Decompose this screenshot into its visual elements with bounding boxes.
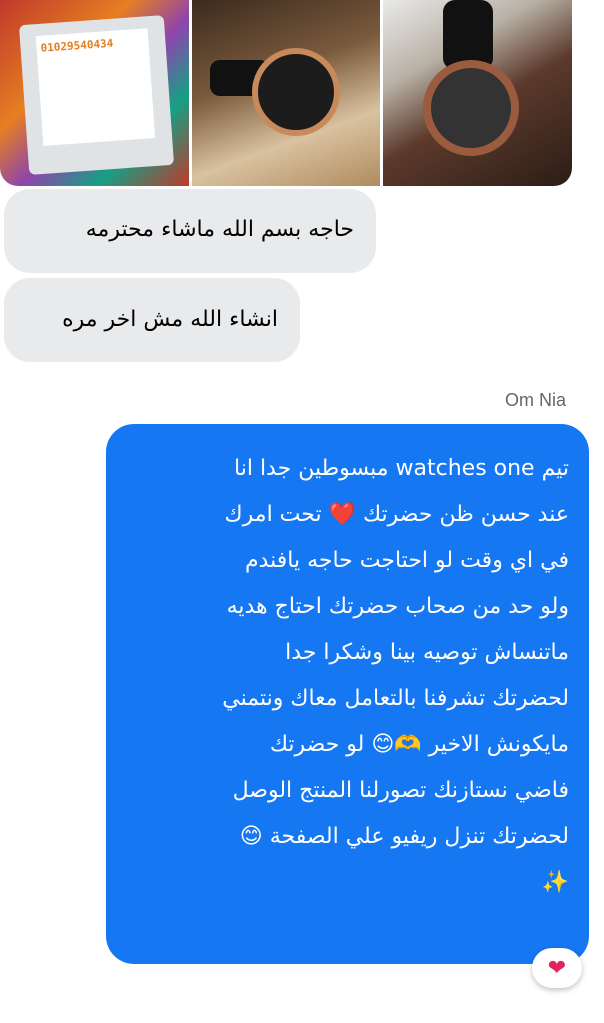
incoming-message[interactable]: حاجه بسم الله ماشاء محترمه xyxy=(4,189,376,273)
watch-front-photo[interactable] xyxy=(192,0,380,186)
sender-name: Om Nia xyxy=(504,390,566,410)
message-line: عند حسن ظن حضرتك ❤️ تحت امرك xyxy=(224,502,569,527)
photo-attachments: 01029540434 xyxy=(0,0,604,186)
watch-face-image xyxy=(252,48,340,136)
message-line: في اي وقت لو احتاجت حاجه يافندم xyxy=(244,548,569,573)
outgoing-message[interactable]: تيم watches one مبسوطين جدا انا عند حسن … xyxy=(106,424,589,964)
watch-back-photo[interactable] xyxy=(383,0,572,186)
shipping-label: 01029540434 xyxy=(35,28,156,146)
watch-back-image xyxy=(423,60,519,156)
package-photo[interactable]: 01029540434 xyxy=(0,0,189,186)
package-image: 01029540434 xyxy=(18,15,175,175)
message-line: تيم watches one مبسوطين جدا انا xyxy=(234,456,569,481)
message-line: لحضرتك تشرفنا بالتعامل معاك ونتمني xyxy=(222,686,569,711)
heart-reaction-icon[interactable]: ❤ xyxy=(532,948,582,988)
incoming-message[interactable]: انشاء الله مش اخر مره xyxy=(4,278,300,362)
message-line: لحضرتك تنزل ريفيو علي الصفحة 😊 xyxy=(239,824,569,849)
message-line: مايكونش الاخير 🫶😊 لو حضرتك xyxy=(269,732,569,757)
package-phone-text: 01029540434 xyxy=(40,36,114,55)
message-line: ولو حد من صحاب حضرتك احتاج هديه xyxy=(226,594,569,619)
message-line: فاضي نستازنك تصورلنا المنتج الوصل xyxy=(232,778,569,803)
message-line: ماتنساش توصيه بينا وشكرا جدا xyxy=(285,640,569,665)
message-line: ✨ xyxy=(541,870,569,895)
